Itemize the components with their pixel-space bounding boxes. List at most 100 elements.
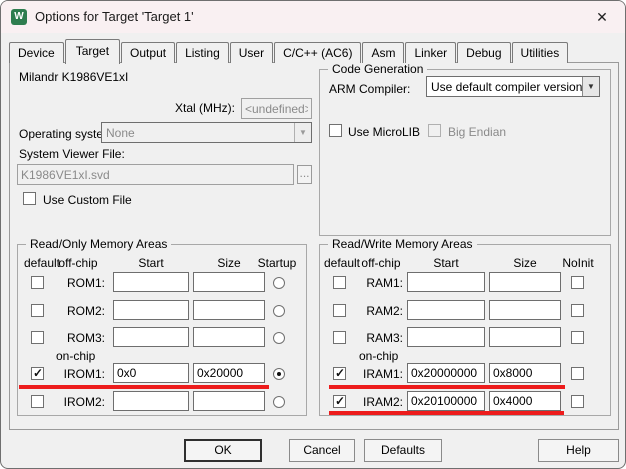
- code-generation-title: Code Generation: [328, 62, 428, 76]
- device-name: Milandr K1986VE1xI: [19, 70, 129, 84]
- annotation-underline-iram2: [329, 411, 564, 415]
- ram1-default-checkbox[interactable]: [333, 276, 346, 289]
- rom1-label: ROM1:: [66, 276, 105, 290]
- rom1-size-input[interactable]: [193, 272, 265, 292]
- use-custom-file-checkbox[interactable]: [23, 192, 36, 205]
- ram1-start-input[interactable]: [407, 272, 485, 292]
- iram1-default-checkbox[interactable]: [333, 366, 346, 380]
- iram2-start-input[interactable]: [407, 391, 485, 411]
- read-only-onchip-label: on-chip: [56, 349, 96, 363]
- rom1-startup-radio[interactable]: [273, 277, 285, 289]
- iram2-row: IRAM2:: [319, 391, 611, 413]
- ram3-default-checkbox[interactable]: [333, 331, 346, 344]
- iram2-size-input[interactable]: [489, 391, 561, 411]
- ram1-noinit-checkbox[interactable]: [571, 276, 584, 289]
- rom3-start-input[interactable]: [113, 327, 189, 347]
- ram1-row: RAM1:: [319, 272, 611, 294]
- irom1-startup-radio[interactable]: [273, 368, 285, 380]
- big-endian-label: Big Endian: [448, 125, 507, 139]
- irom1-default-checkbox[interactable]: [31, 366, 44, 380]
- tab-asm[interactable]: Asm: [362, 42, 405, 63]
- rom2-start-input[interactable]: [113, 300, 189, 320]
- ram2-label: RAM2:: [366, 304, 403, 318]
- ram3-label: RAM3:: [366, 331, 403, 345]
- rom1-start-input[interactable]: [113, 272, 189, 292]
- big-endian-checkbox: [428, 124, 441, 137]
- use-microlib-checkbox[interactable]: [329, 124, 342, 137]
- ram2-start-input[interactable]: [407, 300, 485, 320]
- col-header-start: Start: [433, 256, 459, 270]
- browse-button[interactable]: ...: [297, 165, 312, 184]
- iram2-noinit-checkbox[interactable]: [571, 395, 584, 408]
- iram1-label: IRAM1:: [362, 367, 403, 381]
- rom2-startup-radio[interactable]: [273, 305, 285, 317]
- ram2-row: RAM2:: [319, 300, 611, 322]
- defaults-button[interactable]: Defaults: [364, 439, 442, 462]
- irom2-row: IROM2:: [17, 391, 307, 413]
- tab-debug[interactable]: Debug: [457, 42, 511, 63]
- ram2-default-checkbox[interactable]: [333, 304, 346, 317]
- iram1-noinit-checkbox[interactable]: [571, 367, 584, 380]
- help-button[interactable]: Help: [538, 439, 619, 462]
- close-icon[interactable]: ✕: [593, 8, 611, 26]
- col-header-offchip: off-chip: [58, 256, 98, 270]
- irom1-row: IROM1:: [17, 363, 307, 385]
- os-dropdown-arrow-icon: ▼: [294, 123, 311, 142]
- iram1-row: IRAM1:: [319, 363, 611, 385]
- rom3-row: ROM3:: [17, 327, 307, 349]
- annotation-underline-iram1: [329, 385, 565, 389]
- rom2-size-input[interactable]: [193, 300, 265, 320]
- xtal-label: Xtal (MHz):: [175, 101, 235, 115]
- ram2-noinit-checkbox[interactable]: [571, 304, 584, 317]
- ram3-row: RAM3:: [319, 327, 611, 349]
- ok-button[interactable]: OK: [184, 439, 262, 462]
- irom2-label: IROM2:: [63, 395, 105, 409]
- rom2-label: ROM2:: [66, 304, 105, 318]
- col-header-start: Start: [138, 256, 164, 270]
- rom3-startup-radio[interactable]: [273, 332, 285, 344]
- rom2-default-checkbox[interactable]: [31, 304, 44, 317]
- rom3-default-checkbox[interactable]: [31, 331, 44, 344]
- arm-compiler-dropdown-arrow-icon: ▼: [582, 77, 599, 96]
- ram1-size-input[interactable]: [489, 272, 561, 292]
- tab-cpp-ac6[interactable]: C/C++ (AC6): [274, 42, 362, 63]
- arm-compiler-dropdown[interactable]: Use default compiler version 6 ▼: [426, 76, 600, 97]
- tab-target[interactable]: Target: [64, 39, 121, 64]
- tab-listing[interactable]: Listing: [176, 42, 229, 63]
- col-header-noinit: NoInit: [562, 256, 594, 270]
- use-custom-file-label: Use Custom File: [43, 193, 132, 207]
- rom3-label: ROM3:: [66, 331, 105, 345]
- iram2-label: IRAM2:: [362, 395, 403, 409]
- options-dialog: W Options for Target 'Target 1' ✕ Device…: [0, 0, 626, 469]
- irom2-start-input[interactable]: [113, 391, 189, 411]
- irom2-startup-radio[interactable]: [273, 396, 285, 408]
- iram2-default-checkbox[interactable]: [333, 394, 346, 408]
- rom1-default-checkbox[interactable]: [31, 276, 44, 289]
- irom2-default-checkbox[interactable]: [31, 395, 44, 408]
- os-dropdown: None ▼: [101, 122, 312, 143]
- svf-label: System Viewer File:: [19, 147, 125, 161]
- cancel-button[interactable]: Cancel: [289, 439, 355, 462]
- ram2-size-input[interactable]: [489, 300, 561, 320]
- irom1-label: IROM1:: [63, 367, 105, 381]
- ram3-noinit-checkbox[interactable]: [571, 331, 584, 344]
- col-header-startup: Startup: [257, 256, 297, 270]
- ram3-start-input[interactable]: [407, 327, 485, 347]
- title-bar: W Options for Target 'Target 1' ✕: [1, 1, 625, 33]
- irom1-size-input[interactable]: [193, 363, 265, 383]
- col-header-size: Size: [513, 256, 537, 270]
- iram1-start-input[interactable]: [407, 363, 485, 383]
- tab-output[interactable]: Output: [121, 42, 176, 63]
- ram3-size-input[interactable]: [489, 327, 561, 347]
- rom3-size-input[interactable]: [193, 327, 265, 347]
- tab-device[interactable]: Device: [9, 42, 64, 63]
- tab-utilities[interactable]: Utilities: [511, 42, 569, 63]
- irom1-start-input[interactable]: [113, 363, 189, 383]
- irom2-size-input[interactable]: [193, 391, 265, 411]
- app-icon: W: [11, 9, 27, 25]
- tab-linker[interactable]: Linker: [405, 42, 457, 63]
- iram1-size-input[interactable]: [489, 363, 561, 383]
- tab-user[interactable]: User: [229, 42, 274, 63]
- annotation-underline-irom1: [19, 385, 269, 389]
- read-only-memory-title: Read/Only Memory Areas: [26, 237, 172, 251]
